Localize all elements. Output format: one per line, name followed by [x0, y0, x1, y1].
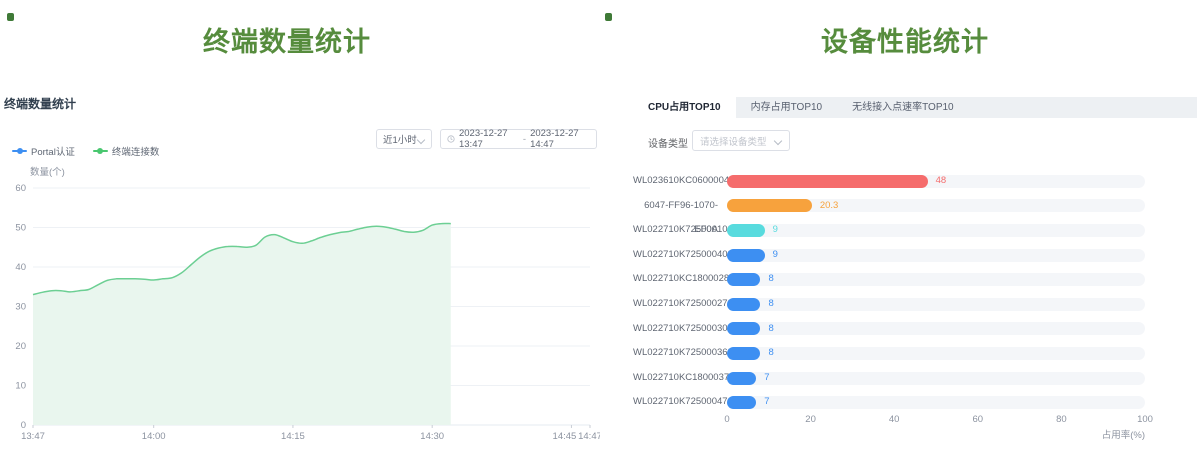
bar-row: WL023610KC06000043 48 [633, 169, 1197, 194]
bar-x-tick-label: 40 [889, 414, 900, 425]
bar-fill [727, 322, 760, 335]
bar-fill [727, 199, 812, 212]
date-range-picker[interactable]: 2023-12-27 13:47 - 2023-12-27 14:47 [440, 129, 597, 149]
bar-track [727, 347, 1145, 360]
bar-fill [727, 249, 765, 262]
y-tick-label: 0 [21, 420, 26, 431]
bar-x-axis-title: 占用率(%) [1040, 427, 1145, 441]
left-section-heading: 终端数量统计 [0, 20, 574, 59]
bar-track [727, 273, 1145, 286]
device-name-label: WL022710K725000272 [633, 292, 718, 317]
date-separator: - [523, 134, 526, 145]
bar-value-label: 7 [764, 366, 769, 391]
bar-x-tick-label: 100 [1137, 414, 1153, 425]
bar-track [727, 372, 1145, 385]
device-type-select[interactable]: 请选择设备类型 [692, 130, 790, 151]
legend-label-portal: Portal认证 [31, 144, 75, 158]
bar-x-tick-label: 0 [724, 414, 729, 425]
dashboard: 终端数量统计 设备性能统计 终端数量统计 近1小时 2023-12-27 13:… [0, 0, 1200, 456]
bar-row: WL022710K725000272 8 [633, 292, 1197, 317]
device-name-label: WL022710K725000470 [633, 390, 718, 415]
bar-value-label: 8 [768, 341, 773, 366]
device-name-label: WL023610KC06000043 [633, 169, 718, 194]
time-range-value: 近1小时 [383, 132, 418, 146]
bar-value-label: 20.3 [820, 194, 839, 219]
bar-value-label: 8 [768, 267, 773, 292]
performance-tabbar: CPU占用TOP10 内存占用TOP10 无线接入点速率TOP10 [633, 97, 1197, 118]
terminal-count-area-chart: 0 10 20 30 40 50 60 13:47 14:00 14:15 14:30 14:4514… [0, 158, 600, 456]
bar-row: WL022710K725000409 9 [633, 243, 1197, 268]
bar-row: WL022710KC18000280 8 [633, 267, 1197, 292]
bar-fill [727, 175, 928, 188]
y-tick-label: 50 [15, 223, 26, 234]
bar-value-label: 9 [773, 218, 778, 243]
device-name-label: WL022710K725000409 [633, 243, 718, 268]
bar-fill [727, 396, 756, 409]
bar-fill [727, 224, 765, 237]
x-tick-label: 14:47 [578, 431, 600, 442]
device-type-placeholder: 请选择设备类型 [700, 134, 775, 148]
bar-fill [727, 273, 760, 286]
device-name-label: WL022710K725000369 [633, 341, 718, 366]
bar-row: WL022710K725000369 8 [633, 341, 1197, 366]
bar-value-label: 8 [768, 317, 773, 342]
legend-item-terminal[interactable]: 终端连接数 [93, 144, 160, 158]
y-tick-label: 30 [15, 302, 26, 313]
legend-label-terminal: 终端连接数 [112, 144, 160, 158]
y-tick-label: 10 [15, 381, 26, 392]
legend-marker-portal-icon [12, 147, 27, 155]
x-tick-label: 14:30 [420, 431, 444, 442]
bar-value-label: 8 [768, 292, 773, 317]
tab-memory-top10[interactable]: 内存占用TOP10 [736, 97, 838, 118]
bar-track [727, 396, 1145, 409]
x-tick-label: 14:15 [281, 431, 305, 442]
bar-x-tick-label: 20 [805, 414, 816, 425]
bar-track [727, 249, 1145, 262]
date-end: 2023-12-27 14:47 [530, 128, 590, 150]
device-type-label: 设备类型 [648, 135, 688, 150]
bar-row: WL022710K725000102 9 [633, 218, 1197, 243]
bar-track [727, 224, 1145, 237]
terminal-series-area [33, 223, 451, 425]
cpu-top10-bar-chart: WL023610KC06000043 486047-FF96-1070-EF0A2… [633, 169, 1197, 414]
bar-x-axis: 0 20 40 60 80 100 [633, 414, 1197, 427]
y-tick-label: 40 [15, 262, 26, 273]
bar-track [727, 298, 1145, 311]
device-name-label: WL022710KC18000372 [633, 366, 718, 391]
device-name-label: WL022710K725000102 [633, 218, 718, 243]
bar-row: WL022710KC18000372 7 [633, 366, 1197, 391]
date-start: 2023-12-27 13:47 [459, 128, 519, 150]
bar-x-tick-label: 80 [1056, 414, 1067, 425]
bar-fill [727, 372, 756, 385]
x-tick-label: 13:47 [21, 431, 45, 442]
bar-row: 6047-FF96-1070-EF0A20.3 [633, 194, 1197, 219]
x-tick-label: 14:45 [553, 431, 577, 442]
legend-marker-terminal-icon [93, 147, 108, 155]
clock-icon [447, 134, 455, 144]
bar-track [727, 322, 1145, 335]
device-name-label: WL022710KC18000280 [633, 267, 718, 292]
chevron-down-icon [418, 136, 425, 143]
bar-value-label: 9 [773, 243, 778, 268]
y-tick-label: 20 [15, 341, 26, 352]
bar-fill [727, 347, 760, 360]
tab-cpu-top10[interactable]: CPU占用TOP10 [633, 97, 736, 118]
bar-row: WL022710K725000470 7 [633, 390, 1197, 415]
x-tick-label: 14:00 [142, 431, 166, 442]
bar-fill [727, 298, 760, 311]
chevron-down-icon [775, 137, 782, 144]
right-section-heading: 设备性能统计 [610, 20, 1200, 59]
bar-x-tick-label: 60 [973, 414, 984, 425]
time-range-select[interactable]: 近1小时 [376, 129, 432, 149]
y-tick-label: 60 [15, 183, 26, 194]
bar-row: WL022710K725000307 8 [633, 317, 1197, 342]
legend-item-portal[interactable]: Portal认证 [12, 144, 75, 158]
tab-wireless-rate-top10[interactable]: 无线接入点速率TOP10 [837, 97, 969, 118]
device-name-label: WL022710K725000307 [633, 317, 718, 342]
bar-value-label: 48 [936, 169, 947, 194]
left-panel-title: 终端数量统计 [4, 95, 76, 112]
chart-legend: Portal认证 终端连接数 [12, 144, 159, 158]
bar-track [727, 199, 1145, 212]
bar-value-label: 7 [764, 390, 769, 415]
